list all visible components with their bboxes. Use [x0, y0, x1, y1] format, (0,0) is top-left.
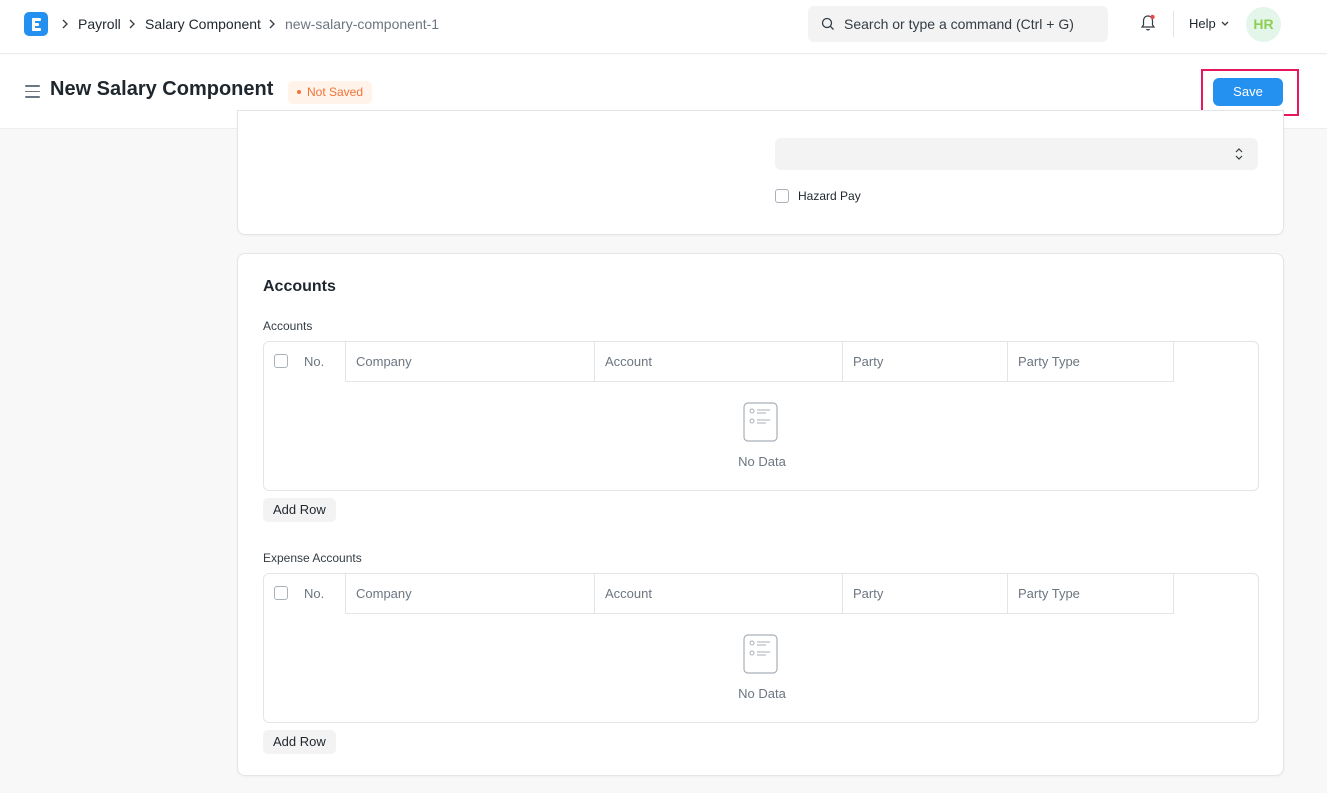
select-updown-icon	[1235, 148, 1243, 160]
status-dot-icon	[297, 89, 301, 94]
column-header-no: No.	[304, 354, 325, 369]
select-all-checkbox[interactable]	[274, 354, 288, 368]
app-logo-icon[interactable]	[24, 12, 48, 36]
add-row-button[interactable]: Add Row	[263, 730, 336, 754]
form-section-card: Hazard Pay	[237, 110, 1284, 235]
navbar-divider	[1173, 11, 1174, 37]
column-header-party-type[interactable]: Party Type	[1008, 342, 1174, 382]
accounts-table-label: Accounts	[263, 319, 313, 333]
select-all-checkbox[interactable]	[274, 586, 288, 600]
column-header-account[interactable]: Account	[595, 574, 843, 614]
no-data-text: No Data	[738, 454, 786, 469]
table-header-select: No.	[264, 342, 346, 382]
column-header-party[interactable]: Party	[843, 574, 1008, 614]
status-badge-label: Not Saved	[307, 85, 364, 99]
table-header: No. Company Account Party Party Type	[264, 342, 1174, 382]
breadcrumb-chevron-icon	[129, 19, 135, 29]
breadcrumb-salary-component[interactable]: Salary Component	[145, 16, 261, 32]
breadcrumb-chevron-icon	[269, 19, 275, 29]
expense-accounts-table-label: Expense Accounts	[263, 551, 362, 565]
no-data-icon	[743, 402, 778, 442]
top-navbar: Payroll Salary Component new-salary-comp…	[0, 0, 1327, 54]
status-badge: Not Saved	[288, 81, 373, 104]
sidebar-toggle-icon[interactable]	[25, 85, 40, 102]
column-header-party-type[interactable]: Party Type	[1008, 574, 1174, 614]
breadcrumb-payroll[interactable]: Payroll	[78, 16, 121, 32]
no-data-text: No Data	[738, 686, 786, 701]
no-data-icon	[743, 634, 778, 674]
expense-accounts-table: No. Company Account Party Party Type No …	[263, 573, 1259, 723]
page-title: New Salary Component	[50, 78, 274, 100]
column-header-company[interactable]: Company	[346, 342, 595, 382]
search-placeholder: Search or type a command (Ctrl + G)	[844, 16, 1074, 32]
add-row-button[interactable]: Add Row	[263, 498, 336, 522]
chevron-down-icon[interactable]	[1220, 20, 1230, 28]
breadcrumb-current-doc[interactable]: new-salary-component-1	[285, 16, 439, 32]
accounts-table: No. Company Account Party Party Type No …	[263, 341, 1259, 491]
column-header-account[interactable]: Account	[595, 342, 843, 382]
column-header-no: No.	[304, 586, 325, 601]
search-bar[interactable]: Search or type a command (Ctrl + G)	[808, 6, 1108, 42]
breadcrumb-chevron-icon	[62, 19, 68, 29]
notification-bell-icon[interactable]	[1139, 13, 1157, 33]
save-button[interactable]: Save	[1213, 78, 1283, 106]
table-header: No. Company Account Party Party Type	[264, 574, 1174, 614]
search-icon	[821, 17, 834, 30]
column-header-party[interactable]: Party	[843, 342, 1008, 382]
user-avatar[interactable]: HR	[1246, 7, 1281, 42]
accounts-section-card: Accounts Accounts No. Company Account Pa…	[237, 253, 1284, 776]
section-title: Accounts	[263, 278, 336, 295]
hazard-pay-label: Hazard Pay	[798, 189, 861, 203]
table-header-select: No.	[264, 574, 346, 614]
select-field[interactable]	[775, 138, 1258, 170]
hazard-pay-checkbox[interactable]	[775, 189, 789, 203]
column-header-company[interactable]: Company	[346, 574, 595, 614]
help-dropdown[interactable]: Help	[1189, 16, 1216, 31]
